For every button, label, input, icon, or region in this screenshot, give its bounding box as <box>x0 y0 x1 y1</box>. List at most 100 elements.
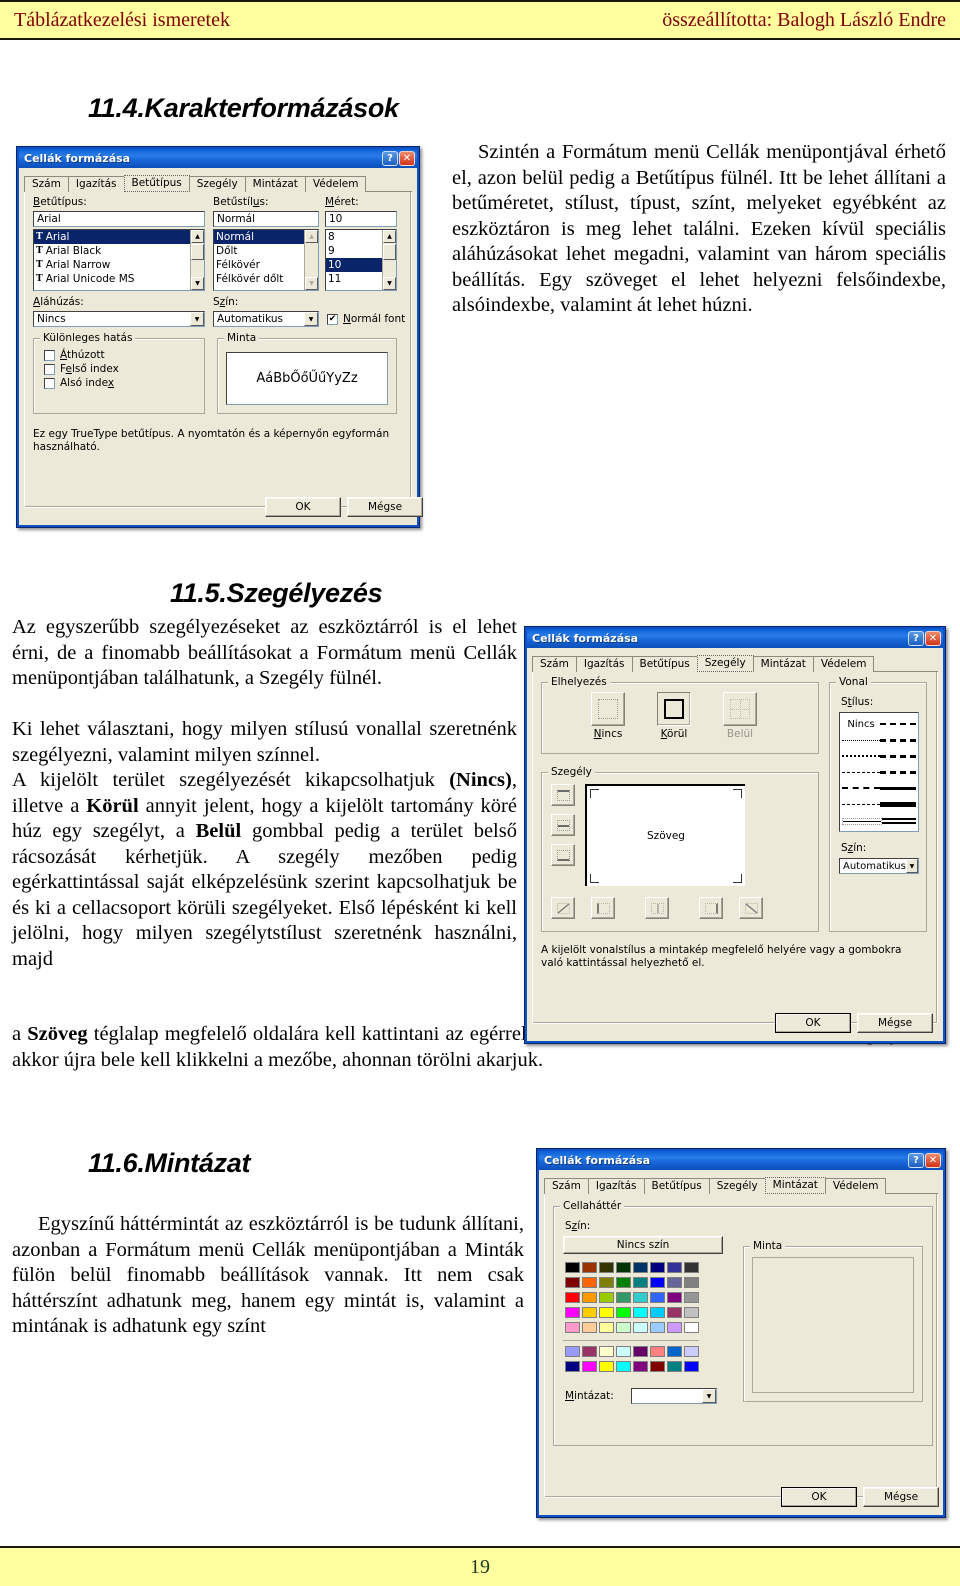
color-swatch[interactable] <box>599 1361 614 1372</box>
list-item[interactable]: Félkövér <box>214 258 318 272</box>
tab-igazitas[interactable]: Igazítás <box>575 656 633 672</box>
strikethrough-checkbox[interactable]: Áthúzott <box>44 349 204 361</box>
tab-vedelem[interactable]: Védelem <box>304 176 367 192</box>
scroll-thumb[interactable] <box>191 244 204 260</box>
underline-select[interactable]: Nincs ▼ <box>33 311 205 327</box>
color-swatch[interactable] <box>599 1292 614 1303</box>
color-swatch[interactable] <box>582 1307 597 1318</box>
color-swatch[interactable] <box>565 1346 580 1357</box>
font-name-input[interactable]: Arial <box>33 211 205 227</box>
color-swatch[interactable] <box>616 1262 631 1273</box>
color-swatch[interactable] <box>582 1361 597 1372</box>
cancel-button[interactable]: Mégse <box>857 1013 933 1033</box>
dialog-titlebar[interactable]: Cellák formázása ? ✕ <box>527 629 943 648</box>
color-swatch[interactable] <box>616 1292 631 1303</box>
chevron-down-icon[interactable]: ▼ <box>190 312 204 326</box>
preset-nincs[interactable]: Nincs <box>591 692 625 740</box>
color-swatch[interactable] <box>633 1292 648 1303</box>
tab-betutipus[interactable]: Betűtípus <box>123 175 190 192</box>
color-swatch[interactable] <box>633 1346 648 1357</box>
font-size-list[interactable]: 8 9 10 11 ▲ ▼ <box>325 229 397 291</box>
color-swatch[interactable] <box>650 1346 665 1357</box>
color-swatch[interactable] <box>599 1277 614 1288</box>
color-swatch[interactable] <box>684 1262 699 1273</box>
tab-vedelem[interactable]: Védelem <box>824 1178 887 1194</box>
tab-szam[interactable]: Szám <box>24 176 69 192</box>
color-swatch[interactable] <box>565 1322 580 1333</box>
scroll-down-icon[interactable]: ▼ <box>191 277 204 290</box>
color-swatch[interactable] <box>684 1346 699 1357</box>
color-swatch[interactable] <box>616 1307 631 1318</box>
tab-betutipus[interactable]: Betűtípus <box>643 1178 710 1194</box>
color-swatch[interactable] <box>599 1262 614 1273</box>
color-swatch[interactable] <box>565 1262 580 1273</box>
color-swatch[interactable] <box>582 1277 597 1288</box>
color-swatch[interactable] <box>565 1277 580 1288</box>
color-swatch[interactable] <box>633 1307 648 1318</box>
tab-szam[interactable]: Szám <box>532 656 577 672</box>
font-name-list[interactable]: T Arial T Arial Black T Arial Narrow T Arial… <box>33 229 205 291</box>
font-style-list[interactable]: Normál Dőlt Félkövér Félkövér dőlt ▲ ▼ <box>213 229 319 291</box>
color-swatch[interactable] <box>582 1322 597 1333</box>
color-swatch[interactable] <box>650 1277 665 1288</box>
normal-font-checkbox[interactable]: ✔ Normál font <box>327 313 405 325</box>
color-swatch[interactable] <box>616 1346 631 1357</box>
color-swatch[interactable] <box>565 1292 580 1303</box>
color-swatch[interactable] <box>599 1307 614 1318</box>
color-swatch[interactable] <box>633 1322 648 1333</box>
tab-szegely[interactable]: Szegély <box>188 176 246 192</box>
color-swatch[interactable] <box>616 1361 631 1372</box>
color-swatch[interactable] <box>684 1277 699 1288</box>
line-color-select[interactable]: Automatikus ▼ <box>839 858 919 874</box>
tab-betutipus[interactable]: Betűtípus <box>631 656 698 672</box>
color-swatch[interactable] <box>565 1361 580 1372</box>
color-swatch[interactable] <box>667 1346 682 1357</box>
dialog-tabs[interactable]: Szám Igazítás Betűtípus Szegély Mintázat… <box>544 1175 938 1194</box>
border-diag-up-button[interactable] <box>739 897 763 919</box>
scrollbar-vertical[interactable]: ▲ ▼ <box>304 230 318 290</box>
scroll-up-icon[interactable]: ▲ <box>305 230 318 243</box>
scroll-up-icon[interactable]: ▲ <box>383 230 396 243</box>
preset-korul[interactable]: Körül <box>657 692 691 740</box>
color-swatch[interactable] <box>633 1277 648 1288</box>
color-swatch[interactable] <box>650 1262 665 1273</box>
color-swatch[interactable] <box>667 1262 682 1273</box>
line-style-none[interactable]: Nincs <box>842 716 916 732</box>
tab-szam[interactable]: Szám <box>544 1178 589 1194</box>
tab-mintazat[interactable]: Mintázat <box>764 1177 826 1194</box>
color-swatch[interactable] <box>633 1262 648 1273</box>
help-icon[interactable]: ? <box>382 151 398 166</box>
color-swatch[interactable] <box>684 1307 699 1318</box>
list-item[interactable]: Félkövér dőlt <box>214 272 318 286</box>
scroll-up-icon[interactable]: ▲ <box>191 230 204 243</box>
cell-format-pattern-dialog[interactable]: Cellák formázása ? ✕ Szám Igazítás Betűt… <box>536 1148 946 1518</box>
color-swatch[interactable] <box>667 1307 682 1318</box>
chevron-down-icon[interactable]: ▼ <box>702 1389 716 1403</box>
color-swatch[interactable] <box>684 1292 699 1303</box>
tab-mintazat[interactable]: Mintázat <box>752 656 814 672</box>
help-icon[interactable]: ? <box>908 1153 924 1168</box>
subscript-checkbox[interactable]: Alsó index <box>44 377 204 389</box>
dialog-tabs[interactable]: Szám Igazítás Betűtípus Szegély Mintázat… <box>24 173 412 192</box>
border-preview-area[interactable]: Szöveg <box>585 784 745 886</box>
color-swatch[interactable] <box>650 1307 665 1318</box>
help-icon[interactable]: ? <box>908 631 924 646</box>
scrollbar-vertical[interactable]: ▲ ▼ <box>190 230 204 290</box>
color-palette-main[interactable] <box>565 1262 699 1335</box>
close-icon[interactable]: ✕ <box>399 151 415 166</box>
dialog-titlebar[interactable]: Cellák formázása ? ✕ <box>19 149 417 168</box>
border-middle-button[interactable] <box>551 814 575 836</box>
border-top-button[interactable] <box>551 784 575 806</box>
cancel-button[interactable]: Mégse <box>863 1487 939 1507</box>
line-style-option[interactable] <box>842 796 916 812</box>
scrollbar-vertical[interactable]: ▲ ▼ <box>382 230 396 290</box>
chevron-down-icon[interactable]: ▼ <box>905 859 918 873</box>
scroll-down-icon[interactable]: ▼ <box>305 277 318 290</box>
pattern-select[interactable]: ▼ <box>631 1388 717 1404</box>
border-left-button[interactable] <box>591 897 615 919</box>
tab-igazitas[interactable]: Igazítás <box>67 176 125 192</box>
preset-belul[interactable]: Belül <box>723 692 757 740</box>
color-select[interactable]: Automatikus ▼ <box>213 311 319 327</box>
color-swatch[interactable] <box>616 1322 631 1333</box>
color-swatch[interactable] <box>599 1346 614 1357</box>
